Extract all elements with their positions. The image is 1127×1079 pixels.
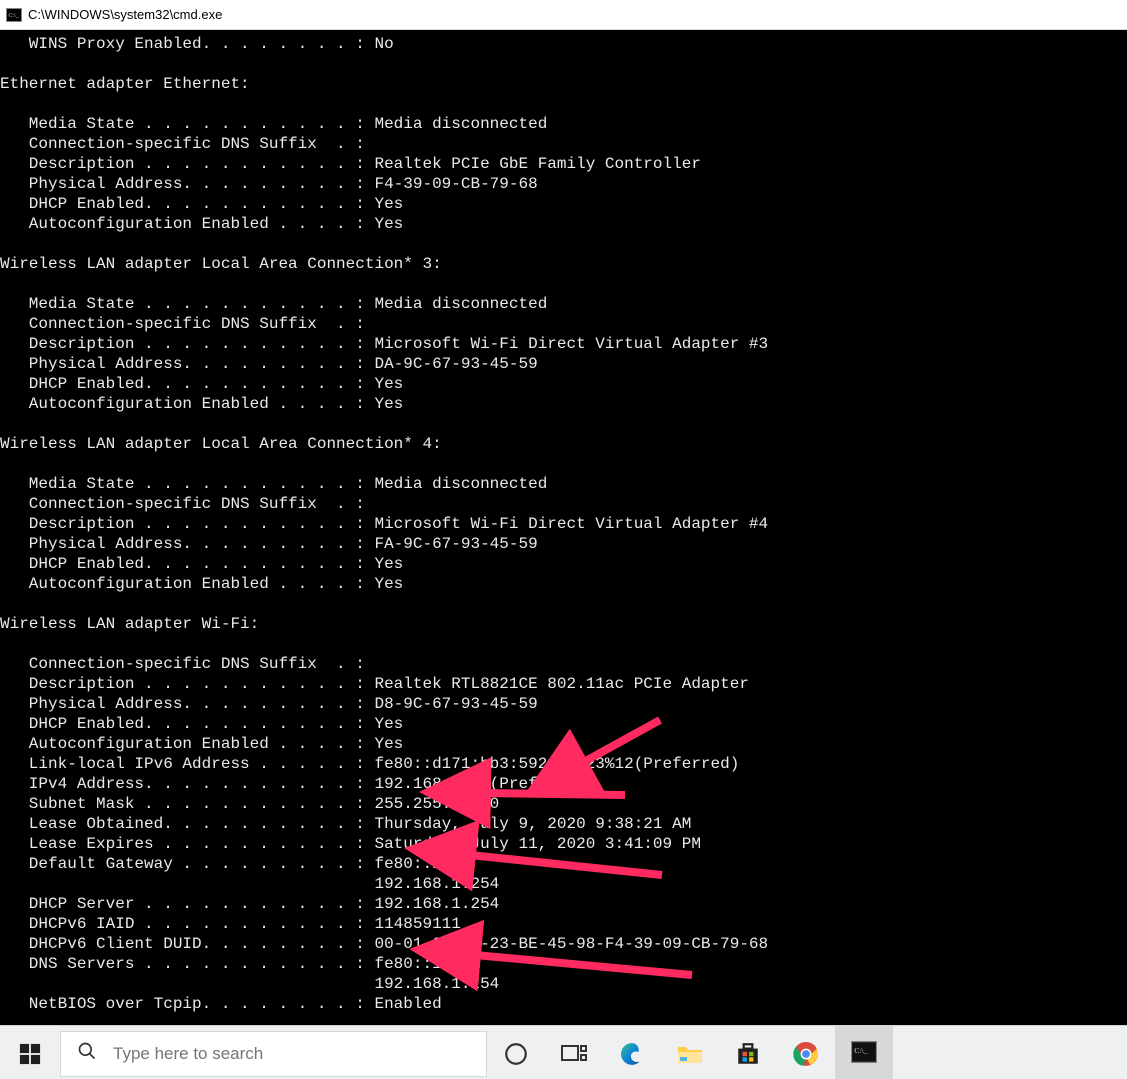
taskbar-tray: C:\_ [487, 1026, 893, 1079]
cortana-icon [503, 1041, 529, 1067]
ms-store-button[interactable] [719, 1026, 777, 1079]
cmd-icon: C:\_ [851, 1039, 877, 1065]
search-icon [77, 1041, 97, 1066]
svg-text:C:\_: C:\_ [9, 13, 20, 19]
terminal-area[interactable]: WINS Proxy Enabled. . . . . . . . : No E… [0, 30, 1127, 1025]
taskbar: C:\_ [0, 1025, 1127, 1079]
cmd-taskbar-button[interactable]: C:\_ [835, 1025, 893, 1079]
taskview-icon [561, 1041, 587, 1067]
window-title: C:\WINDOWS\system32\cmd.exe [28, 7, 222, 22]
cortana-button[interactable] [487, 1026, 545, 1079]
taskview-button[interactable] [545, 1026, 603, 1079]
file-explorer-button[interactable] [661, 1026, 719, 1079]
search-box[interactable] [60, 1031, 487, 1077]
svg-text:C:\_: C:\_ [854, 1046, 867, 1055]
chrome-icon [793, 1041, 819, 1067]
cmd-icon: C:\_ [6, 8, 22, 22]
start-button[interactable] [0, 1026, 60, 1079]
ms-store-icon [735, 1041, 761, 1067]
windows-logo-icon [19, 1043, 41, 1065]
file-explorer-icon [677, 1041, 703, 1067]
chrome-button[interactable] [777, 1026, 835, 1079]
edge-button[interactable] [603, 1026, 661, 1079]
search-input[interactable] [111, 1043, 415, 1065]
titlebar[interactable]: C:\_ C:\WINDOWS\system32\cmd.exe [0, 0, 1127, 30]
terminal-output: WINS Proxy Enabled. . . . . . . . : No E… [0, 30, 1127, 1014]
edge-icon [619, 1041, 645, 1067]
